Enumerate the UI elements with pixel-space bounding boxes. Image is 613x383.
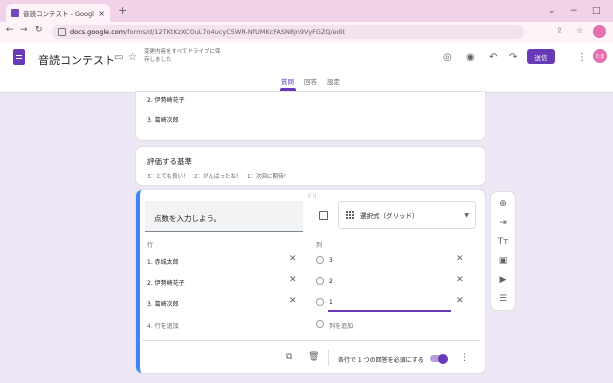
url-path: /forms/d/12TKtKzXCOuL7o4ucyC5WR-NfUMKcFA… (125, 28, 346, 36)
more-vert-icon[interactable]: ⋮ (577, 52, 587, 63)
trash-icon[interactable]: 🗑 (308, 352, 319, 362)
remove-column-icon[interactable]: ✕ (456, 254, 464, 264)
tab-responses[interactable]: 回答 (304, 76, 317, 86)
question-card-previous[interactable] (136, 92, 485, 140)
browser-tab-title: 音読コンテスト - Google フォーム (23, 10, 94, 18)
list-item: 3. 葛崎次郎 (147, 117, 179, 124)
profile-icon[interactable] (593, 25, 606, 38)
remove-column-icon[interactable]: ✕ (456, 275, 464, 285)
title-icon[interactable]: Tт (497, 237, 509, 247)
tab-settings[interactable]: 設定 (327, 76, 340, 86)
column-item[interactable]: 2 (329, 278, 333, 285)
address-bar[interactable]: docs.google.com/forms/d/12TKtKzXCOuL7o4u… (52, 25, 524, 39)
column-radio-icon (316, 298, 324, 306)
section-icon[interactable]: ☰ (497, 294, 509, 304)
column-edit-underline (328, 310, 451, 312)
tab-questions[interactable]: 質問 (281, 76, 294, 86)
star-icon[interactable]: ☆ (128, 52, 137, 63)
tab-search-icon[interactable]: ⌄ (548, 6, 556, 16)
criteria-title: 評価する基準 (147, 157, 192, 166)
preview-icon[interactable]: ◉ (466, 52, 475, 63)
browser-tab[interactable]: 音読コンテスト - Google フォーム × (6, 4, 110, 22)
form-title[interactable]: 音読コンテスト (38, 52, 115, 68)
forward-icon[interactable]: → (20, 25, 28, 35)
video-icon[interactable]: ▶ (497, 275, 509, 285)
undo-icon[interactable]: ↶ (489, 52, 497, 63)
minimize-icon[interactable]: − (570, 6, 578, 16)
rows-header: 行 (147, 242, 154, 249)
send-button[interactable]: 送信 (527, 49, 555, 64)
row-item[interactable]: 2. 伊勢崎花子 (147, 278, 185, 287)
footer-separator (328, 350, 329, 366)
grid-icon (345, 211, 354, 220)
card-footer-divider (142, 340, 480, 341)
remove-row-icon[interactable]: ✕ (289, 254, 297, 264)
column-radio-icon (316, 256, 324, 264)
required-toggle[interactable] (430, 353, 448, 364)
tab-close-icon[interactable]: × (98, 9, 105, 18)
remove-row-icon[interactable]: ✕ (289, 275, 297, 285)
drag-handle-icon[interactable]: ⠿⠿ (307, 193, 318, 200)
column-radio-icon (316, 277, 324, 285)
folder-icon[interactable]: ▭ (114, 52, 123, 63)
criteria-description: 3：とても良い！ 2：がんばったね！ 1：次回に期待！ (147, 174, 290, 180)
back-icon[interactable]: ← (6, 25, 14, 35)
floating-toolbar (491, 192, 515, 310)
columns-header: 列 (316, 242, 323, 249)
column-item[interactable]: 3 (329, 257, 333, 264)
url-host: docs.google.com (70, 28, 126, 36)
dropdown-arrow-icon: ▼ (464, 211, 469, 219)
reload-icon[interactable]: ↻ (35, 25, 43, 35)
google-forms-icon[interactable] (13, 49, 25, 65)
image-icon[interactable] (319, 211, 328, 220)
remove-row-icon[interactable]: ✕ (289, 296, 297, 306)
add-row-button[interactable]: 4. 行を追加 (147, 321, 179, 330)
maximize-icon[interactable]: □ (592, 6, 601, 16)
copy-icon[interactable]: ⧉ (286, 352, 292, 362)
add-circle-icon[interactable]: ⊕ (497, 199, 509, 209)
share-icon[interactable]: ⇪ (556, 26, 563, 35)
more-vert-icon[interactable]: ⋮ (460, 353, 469, 363)
new-tab-button[interactable]: + (118, 4, 127, 17)
google-forms-favicon (11, 9, 19, 17)
import-icon[interactable]: ⇥ (497, 218, 509, 228)
column-radio-icon (316, 320, 324, 328)
question-type-label: 選択式（グリッド） (360, 212, 419, 220)
bookmark-star-icon[interactable]: ☆ (576, 26, 583, 35)
row-item[interactable]: 3. 葛崎次郎 (147, 299, 179, 308)
required-label: 各行で 1 つの回答を必須にする (338, 357, 424, 364)
active-tab-indicator (280, 88, 296, 91)
add-column-button[interactable]: 列を追加 (329, 321, 353, 330)
question-title-input[interactable]: 点数を入力しよう。 (145, 201, 303, 232)
palette-icon[interactable]: ◎ (443, 52, 452, 63)
remove-column-icon[interactable]: ✕ (456, 296, 464, 306)
row-item[interactable]: 1. 赤城太郎 (147, 257, 179, 266)
redo-icon[interactable]: ↷ (509, 52, 517, 63)
column-item-editing[interactable]: 1 (329, 299, 333, 306)
list-item: 2. 伊勢崎花子 (147, 97, 185, 104)
lock-icon (58, 28, 66, 36)
autosave-status: 変更内容をすべてドライブに保存しました (144, 49, 221, 63)
avatar[interactable]: たま (593, 49, 607, 63)
question-type-select[interactable]: 選択式（グリッド） ▼ (338, 201, 476, 229)
image-icon[interactable]: ▣ (497, 256, 509, 266)
